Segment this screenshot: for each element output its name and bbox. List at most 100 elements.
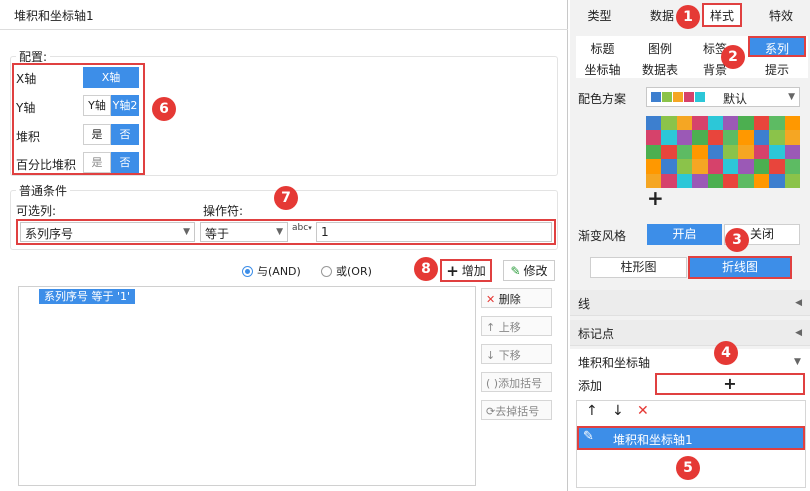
- condition-item[interactable]: 系列序号 等于 '1': [39, 289, 136, 304]
- chevron-down-icon: ▼: [276, 227, 283, 237]
- y-axis-option-2[interactable]: Y轴2: [111, 95, 139, 116]
- percent-stack-yes[interactable]: 是: [83, 152, 111, 173]
- color-cell[interactable]: [692, 144, 708, 160]
- color-cell[interactable]: [769, 173, 785, 188]
- add-stack-axis-button[interactable]: +: [655, 373, 805, 395]
- add-color-icon[interactable]: +: [647, 186, 664, 210]
- subtab-axis[interactable]: 坐标轴: [580, 61, 625, 78]
- color-cell[interactable]: [784, 144, 800, 160]
- color-cell[interactable]: [692, 116, 708, 131]
- tab-style[interactable]: 样式: [702, 3, 742, 27]
- remove-bracket-button[interactable]: ⟳去掉括号: [481, 400, 552, 420]
- color-cell[interactable]: [753, 173, 770, 188]
- subtab-legend[interactable]: 图例: [636, 40, 684, 57]
- stack-yes[interactable]: 是: [83, 124, 111, 145]
- color-cell[interactable]: [676, 159, 693, 174]
- color-cell[interactable]: [738, 144, 754, 160]
- color-cell[interactable]: [692, 130, 708, 145]
- color-cell[interactable]: [753, 144, 770, 160]
- color-cell[interactable]: [661, 159, 677, 174]
- color-cell[interactable]: [784, 116, 800, 131]
- add-bracket-button[interactable]: ( )添加括号: [481, 372, 552, 392]
- color-cell[interactable]: [646, 144, 662, 160]
- move-up-button[interactable]: ↑ 上移: [481, 316, 552, 336]
- tab-type[interactable]: 类型: [572, 7, 627, 24]
- color-cell[interactable]: [676, 173, 693, 188]
- badge-6: 6: [152, 97, 176, 121]
- radio-and[interactable]: 与(AND): [242, 263, 301, 279]
- color-cell[interactable]: [769, 159, 785, 174]
- color-cell[interactable]: [738, 159, 754, 174]
- move-down-button[interactable]: ↓ 下移: [481, 344, 552, 364]
- tab-effects[interactable]: 特效: [756, 7, 806, 24]
- delete-button[interactable]: ✕ 删除: [481, 288, 552, 308]
- color-cell[interactable]: [738, 173, 754, 188]
- percent-stack-no[interactable]: 否: [111, 152, 139, 173]
- color-cell[interactable]: [784, 173, 800, 188]
- color-cell[interactable]: [753, 116, 770, 131]
- subtab-series[interactable]: 系列: [748, 36, 806, 57]
- operator-select[interactable]: 等于 ▼: [200, 222, 288, 242]
- color-cell[interactable]: [646, 116, 662, 131]
- y-axis-option-1[interactable]: Y轴: [83, 95, 111, 116]
- color-cell[interactable]: [723, 144, 739, 160]
- text-type-icon[interactable]: abc▾: [292, 223, 314, 241]
- color-cell[interactable]: [769, 116, 785, 131]
- color-cell[interactable]: [723, 116, 739, 131]
- color-cell[interactable]: [769, 130, 785, 145]
- color-cell[interactable]: [753, 130, 770, 145]
- chevron-down-icon: ▼: [794, 357, 801, 367]
- color-cell[interactable]: [707, 116, 723, 131]
- color-cell[interactable]: [661, 116, 677, 131]
- color-cell[interactable]: [707, 130, 723, 145]
- section-stack-label: 堆积和坐标轴: [578, 356, 651, 370]
- stack-no[interactable]: 否: [111, 124, 139, 145]
- stack-axis-item[interactable]: ✎ 堆积和坐标轴1: [577, 426, 805, 450]
- arrow-down-icon[interactable]: ↓: [612, 403, 624, 419]
- color-cell[interactable]: [646, 159, 662, 174]
- subtab-tooltip[interactable]: 提示: [750, 61, 804, 78]
- color-cell[interactable]: [661, 130, 677, 145]
- value-input[interactable]: 1: [316, 222, 552, 242]
- radio-or[interactable]: 或(OR): [321, 263, 372, 279]
- modify-button[interactable]: ✎ 修改: [503, 260, 555, 281]
- column-select-value: 系列序号: [25, 227, 74, 241]
- gradient-on[interactable]: 开启: [647, 224, 722, 245]
- color-cell[interactable]: [676, 116, 693, 131]
- radio-or-label: 或(OR): [336, 265, 372, 278]
- color-cell[interactable]: [723, 130, 739, 145]
- color-cell[interactable]: [676, 144, 693, 160]
- color-cell[interactable]: [784, 130, 800, 145]
- color-cell[interactable]: [692, 159, 708, 174]
- color-cell[interactable]: [692, 173, 708, 188]
- palette-select[interactable]: 默认 ▼: [646, 87, 800, 107]
- delete-label: 删除: [498, 293, 521, 306]
- color-cell[interactable]: [753, 159, 770, 174]
- color-cell[interactable]: [707, 173, 723, 188]
- bar-chart-button[interactable]: 柱形图: [590, 257, 687, 278]
- color-cell[interactable]: [723, 159, 739, 174]
- color-cell[interactable]: [707, 159, 723, 174]
- color-cell[interactable]: [738, 116, 754, 131]
- x-axis-option[interactable]: X轴: [83, 67, 139, 88]
- color-cell[interactable]: [723, 173, 739, 188]
- arrow-up-icon[interactable]: ↑: [586, 403, 598, 419]
- color-cell[interactable]: [676, 130, 693, 145]
- section-line[interactable]: 线 ◀: [570, 290, 810, 316]
- subtab-datatable[interactable]: 数据表: [636, 61, 684, 78]
- subtab-title[interactable]: 标题: [580, 40, 625, 57]
- line-chart-button[interactable]: 折线图: [688, 256, 792, 279]
- color-cell[interactable]: [769, 144, 785, 160]
- section-line-label: 线: [578, 297, 591, 311]
- color-cell[interactable]: [707, 144, 723, 160]
- color-grid[interactable]: [646, 116, 800, 188]
- add-button[interactable]: + 增加: [440, 259, 492, 282]
- section-marker[interactable]: 标记点 ◀: [570, 320, 810, 346]
- color-cell[interactable]: [661, 144, 677, 160]
- swatch-icon: [695, 92, 705, 102]
- column-select[interactable]: 系列序号 ▼: [20, 222, 195, 242]
- close-icon[interactable]: ✕: [637, 403, 649, 419]
- color-cell[interactable]: [738, 130, 754, 145]
- color-cell[interactable]: [646, 130, 662, 145]
- color-cell[interactable]: [784, 159, 800, 174]
